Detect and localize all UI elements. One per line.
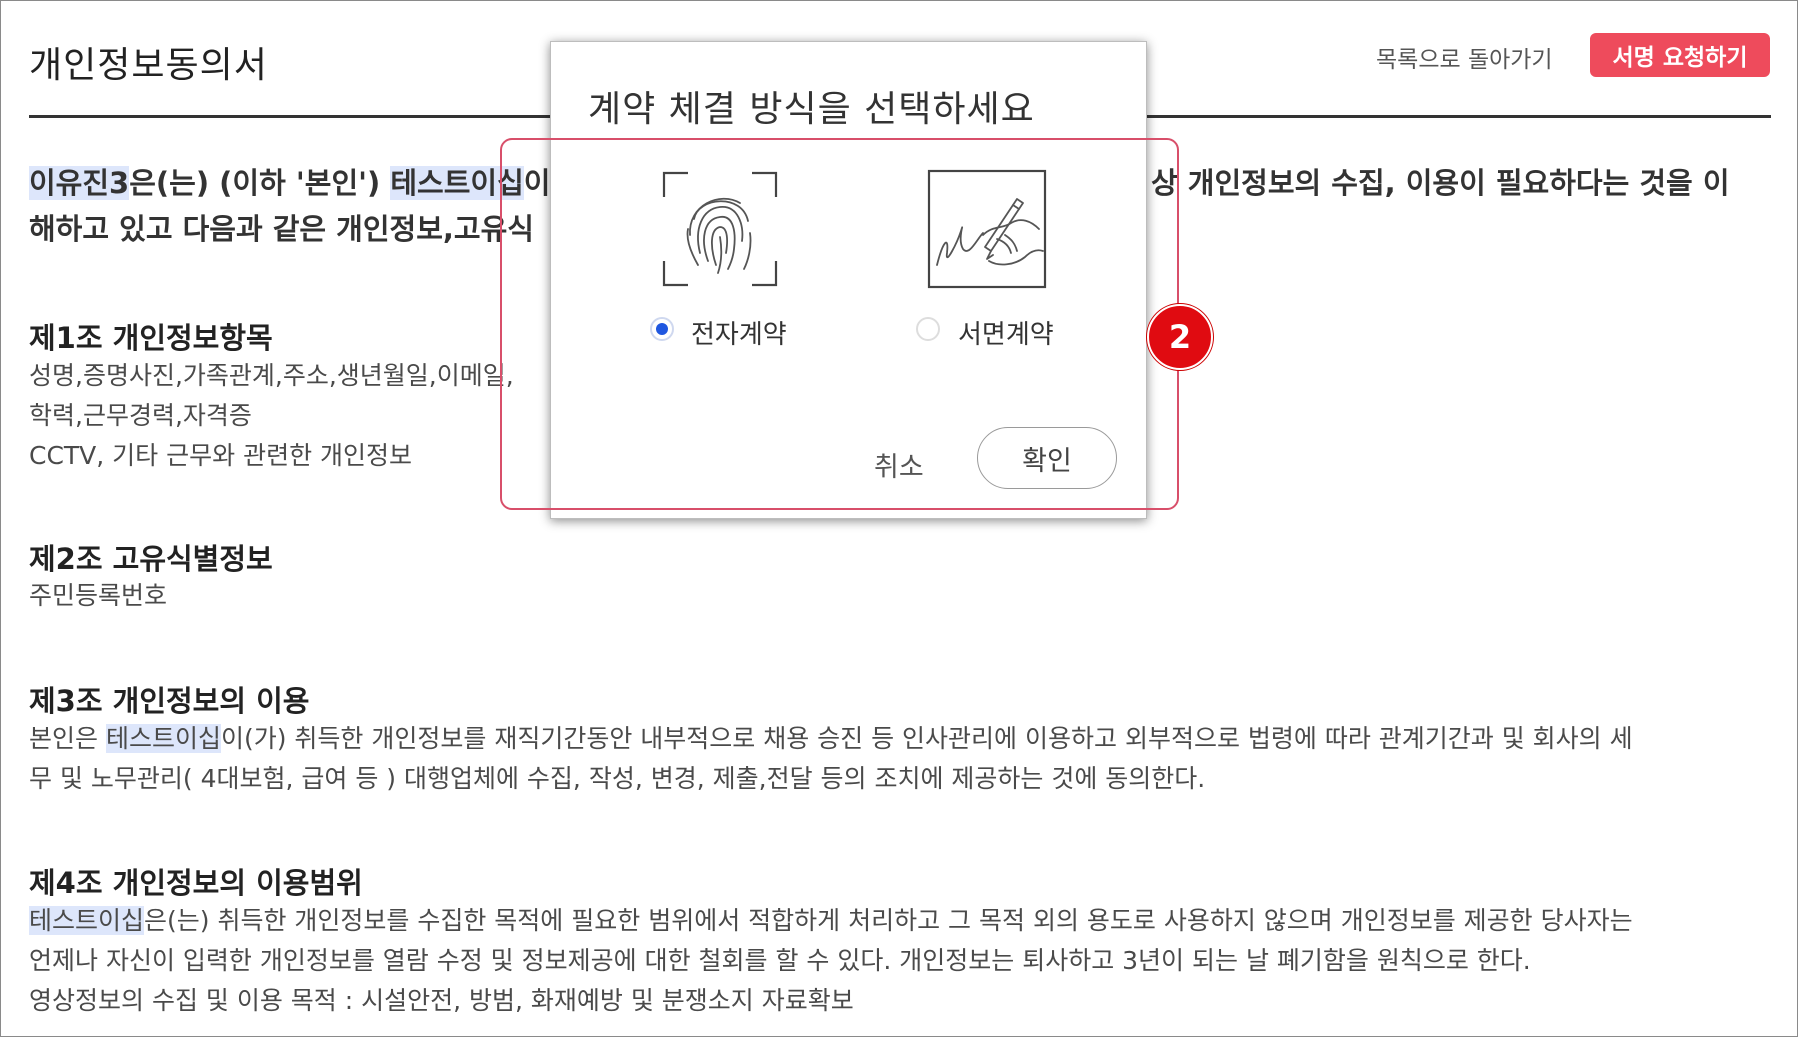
- step-number-badge: 2: [1147, 304, 1213, 370]
- section-2-line: 주민등록번호: [29, 581, 168, 610]
- intro-text-3: 상 개인정보의 수집, 이용이 필요하다는 것을 이: [1151, 166, 1730, 200]
- employee-name: 이유진3: [29, 166, 130, 200]
- annotation-highlight-box: [500, 138, 1179, 510]
- section-3-body: 본인은 테스트이십이(가) 취득한 개인정보를 재직기간동안 내부적으로 채용 …: [29, 719, 1774, 799]
- sign-request-button[interactable]: 서명 요청하기: [1590, 33, 1770, 77]
- section-2-title: 제2조 고유식별정보: [29, 542, 273, 576]
- section-4-line-3: 영상정보의 수집 및 이용 목적 : 시설안전, 방범, 화재예방 및 분쟁소지…: [29, 986, 854, 1015]
- section-3-line-1: 본인은 테스트이십이(가) 취득한 개인정보를 재직기간동안 내부적으로 채용 …: [29, 724, 1633, 753]
- section-3-title: 제3조 개인정보의 이용: [29, 684, 310, 718]
- section-1-title: 제1조 개인정보항목: [29, 321, 273, 355]
- section-3-line-2: 무 및 노무관리( 4대보험, 급여 등 ) 대행업체에 수집, 작성, 변경,…: [29, 764, 1206, 793]
- company-name: 테스트이십: [29, 906, 145, 935]
- company-name: 테스트이십: [105, 724, 221, 753]
- section-4-line-1: 테스트이십은(는) 취득한 개인정보를 수집한 목적에 필요한 범위에서 적합하…: [29, 906, 1633, 935]
- section-4-body: 테스트이십은(는) 취득한 개인정보를 수집한 목적에 필요한 범위에서 적합하…: [29, 901, 1774, 1021]
- back-to-list-link[interactable]: 목록으로 돌아가기: [1376, 40, 1553, 74]
- section-4-line-2: 언제나 자신이 입력한 개인정보를 열람 수정 및 정보제공에 대한 철회를 할…: [29, 946, 1531, 975]
- modal-title: 계약 체결 방식을 선택하세요: [588, 89, 1035, 130]
- page-title: 개인정보동의서: [29, 45, 268, 86]
- section-4-title: 제4조 개인정보의 이용범위: [29, 866, 363, 900]
- section-2-body: 주민등록번호: [29, 576, 1774, 616]
- intro-text: 은(는) (이하 '본인'): [129, 166, 391, 200]
